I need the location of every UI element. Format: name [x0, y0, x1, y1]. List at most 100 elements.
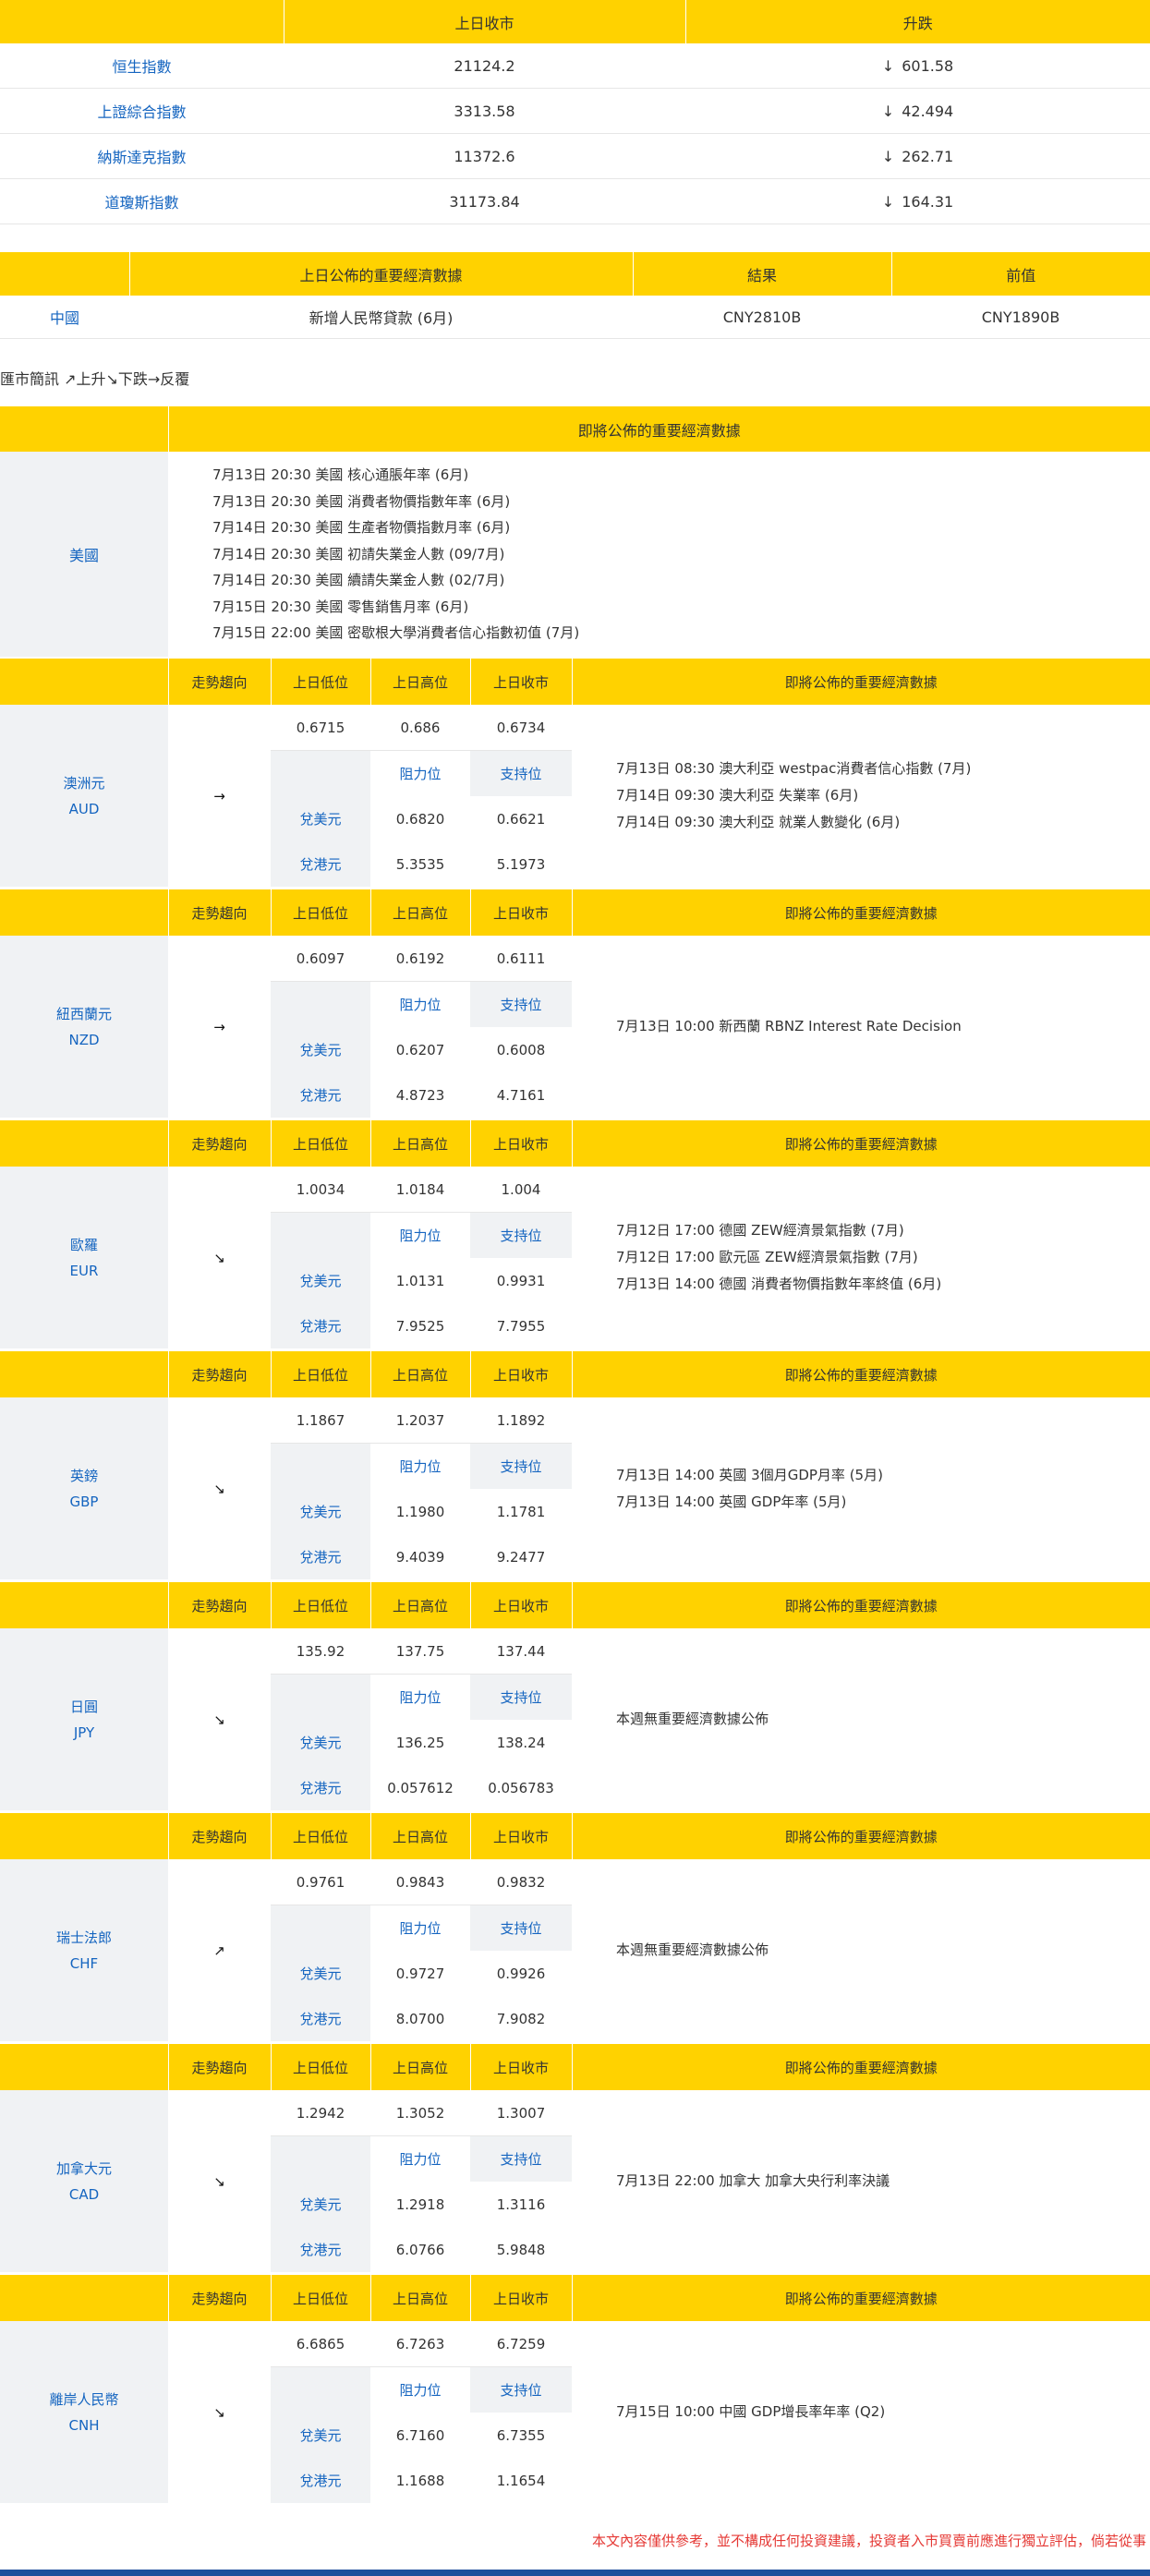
upcoming-country[interactable]: 美國 — [0, 452, 168, 657]
currency-header-trend: 走勢趨向 — [168, 2275, 272, 2321]
currency-events: 本週無重要經濟數據公佈 — [572, 1628, 1150, 1810]
index-row: 道瓊斯指數 31173.84 ↓ 164.31 — [0, 178, 1150, 224]
resistance-label: 阻力位 — [399, 1920, 442, 1937]
currency-name-cell[interactable]: 日圓 JPY — [0, 1628, 168, 1810]
currency-event-item: 7月14日 09:30 澳大利亞 失業率 (6月) — [616, 787, 859, 804]
vs-hkd-label: 兌港元 — [271, 1303, 370, 1348]
down-arrow-icon: ↓ — [881, 147, 895, 165]
currency-table: 走勢趨向 上日低位 上日高位 上日收市 即將公佈的重要經濟數據 日圓 JPY ↘… — [0, 1582, 1150, 1810]
currency-name-cell[interactable]: 瑞士法郎 CHF — [0, 1859, 168, 2041]
hkd-support: 7.7955 — [496, 1317, 546, 1335]
support-label: 支持位 — [470, 750, 572, 796]
index-close: 31173.84 — [284, 178, 685, 224]
currency-event-item: 7月13日 14:00 英國 3個月GDP月率 (5月) — [616, 1466, 883, 1483]
resistance-label: 阻力位 — [399, 1689, 442, 1706]
currency-header-blank — [0, 1813, 169, 1859]
currency-header-high: 上日高位 — [370, 1120, 471, 1167]
currency-header-high: 上日高位 — [370, 889, 471, 936]
index-name[interactable]: 恒生指數 — [0, 43, 284, 89]
index-close: 11372.6 — [284, 133, 685, 179]
currency-name-cell[interactable]: 離岸人民幣 CNH — [0, 2321, 168, 2503]
prev-high: 1.3052 — [370, 2090, 470, 2136]
trend-arrow-icon: ↘ — [213, 1249, 225, 1266]
level-blank — [271, 750, 370, 796]
upcoming-header-blank — [0, 406, 169, 452]
prev-high: 6.7263 — [370, 2321, 470, 2367]
vs-hkd-label: 兌港元 — [271, 2227, 370, 2272]
currency-header-blank — [0, 889, 169, 936]
index-change: ↓ 262.71 — [685, 133, 1150, 179]
upcoming-item: 7月14日 20:30 美國 初請失業金人數 (09/7月) — [212, 545, 505, 562]
index-name[interactable]: 道瓊斯指數 — [0, 178, 284, 224]
prev-low: 6.6865 — [271, 2321, 370, 2367]
currency-header-low: 上日低位 — [271, 1582, 371, 1628]
level-blank — [271, 1674, 370, 1720]
currency-table: 走勢趨向 上日低位 上日高位 上日收市 即將公佈的重要經濟數據 瑞士法郎 CHF… — [0, 1813, 1150, 2041]
upcoming-item: 7月15日 22:00 美國 密歇根大學消費者信心指數初值 (7月) — [212, 624, 580, 642]
hkd-resistance: 5.3535 — [395, 855, 445, 873]
currency-name: 瑞士法郎 — [55, 1929, 112, 1946]
currency-price-row: 加拿大元 CAD ↘ 1.2942 1.3052 1.3007 7月13日 22… — [0, 2090, 1150, 2272]
currency-name-cell[interactable]: 歐羅 EUR — [0, 1167, 168, 1348]
hkd-support: 5.9848 — [496, 2241, 546, 2258]
currency-header-high: 上日高位 — [370, 2275, 471, 2321]
usd-support: 1.3116 — [496, 2195, 546, 2213]
vs-usd-label: 兌美元 — [271, 1720, 370, 1765]
index-name[interactable]: 納斯達克指數 — [0, 133, 284, 179]
currency-name-cell[interactable]: 澳洲元 AUD — [0, 705, 168, 887]
currency-code: AUD — [68, 800, 100, 817]
indices-header-blank — [0, 0, 284, 43]
currency-header-blank — [0, 1351, 169, 1397]
hkd-support: 7.9082 — [496, 2010, 546, 2027]
currency-event-item: 7月13日 22:00 加拿大 加拿大央行利率決議 — [616, 2172, 890, 2189]
currency-event-item: 7月13日 10:00 新西蘭 RBNZ Interest Rate Decis… — [616, 1018, 962, 1034]
currency-header-events: 即將公佈的重要經濟數據 — [784, 2059, 938, 2076]
prev-high: 1.2037 — [370, 1397, 470, 1444]
vs-usd-label: 兌美元 — [271, 796, 370, 841]
currency-name-cell[interactable]: 紐西蘭元 NZD — [0, 936, 168, 1118]
level-blank — [271, 2135, 370, 2182]
released-country[interactable]: 中國 — [0, 296, 129, 339]
currency-header-trend: 走勢趨向 — [168, 2044, 272, 2090]
trend-arrow-icon: ↘ — [213, 1480, 225, 1497]
hkd-support: 9.2477 — [496, 1548, 546, 1566]
upcoming-item: 7月14日 20:30 美國 續請失業金人數 (02/7月) — [212, 572, 505, 589]
usd-support: 138.24 — [496, 1734, 546, 1751]
currency-events: 7月13日 08:30 澳大利亞 westpac消費者信心指數 (7月) 7月14… — [572, 705, 1150, 887]
currency-table: 走勢趨向 上日低位 上日高位 上日收市 即將公佈的重要經濟數據 離岸人民幣 CN… — [0, 2275, 1150, 2503]
prev-close: 0.6734 — [470, 705, 572, 751]
currency-header-close: 上日收市 — [470, 1120, 573, 1167]
currency-name: 澳洲元 — [63, 774, 105, 792]
indices-header-change: 升跌 — [902, 14, 933, 32]
currency-event-item: 本週無重要經濟數據公佈 — [616, 1941, 769, 1958]
currency-header-row: 走勢趨向 上日低位 上日高位 上日收市 即將公佈的重要經濟數據 — [0, 1120, 1150, 1167]
currency-price-row: 英鎊 GBP ↘ 1.1867 1.2037 1.1892 7月13日 14:0… — [0, 1397, 1150, 1579]
currency-header-close: 上日收市 — [470, 889, 573, 936]
support-label: 支持位 — [470, 1905, 572, 1951]
resistance-label: 阻力位 — [399, 1228, 442, 1244]
currency-events: 7月13日 22:00 加拿大 加拿大央行利率決議 — [572, 2090, 1150, 2272]
released-row: 中國 新增人民幣貸款 (6月) CNY2810B CNY1890B — [0, 296, 1150, 339]
upcoming-item: 7月13日 20:30 美國 消費者物價指數年率 (6月) — [212, 492, 511, 510]
index-name[interactable]: 上證綜合指數 — [0, 88, 284, 134]
currency-header-events: 即將公佈的重要經濟數據 — [784, 1366, 938, 1384]
currency-price-row: 離岸人民幣 CNH ↘ 6.6865 6.7263 6.7259 7月15日 1… — [0, 2321, 1150, 2503]
currency-price-row: 日圓 JPY ↘ 135.92 137.75 137.44 本週無重要經濟數據公… — [0, 1628, 1150, 1810]
currency-price-row: 澳洲元 AUD → 0.6715 0.686 0.6734 7月13日 08:3… — [0, 705, 1150, 887]
currency-header-events: 即將公佈的重要經濟數據 — [784, 673, 938, 691]
resistance-label: 阻力位 — [399, 1458, 442, 1475]
currency-table: 走勢趨向 上日低位 上日高位 上日收市 即將公佈的重要經濟數據 澳洲元 AUD … — [0, 659, 1150, 887]
prev-high: 1.0184 — [370, 1167, 470, 1213]
down-arrow-icon: ↓ — [881, 102, 895, 120]
currency-header-row: 走勢趨向 上日低位 上日高位 上日收市 即將公佈的重要經濟數據 — [0, 1351, 1150, 1397]
usd-resistance: 1.0131 — [395, 1272, 445, 1289]
vs-hkd-label: 兌港元 — [271, 1996, 370, 2041]
currency-name-cell[interactable]: 英鎊 GBP — [0, 1397, 168, 1579]
currency-name-cell[interactable]: 加拿大元 CAD — [0, 2090, 168, 2272]
currency-events: 7月13日 10:00 新西蘭 RBNZ Interest Rate Decis… — [572, 936, 1150, 1118]
usd-support: 0.9926 — [496, 1965, 546, 1982]
prev-close: 0.6111 — [470, 936, 572, 982]
usd-resistance: 0.6820 — [395, 810, 445, 828]
currency-header-trend: 走勢趨向 — [168, 1120, 272, 1167]
prev-high: 0.686 — [370, 705, 470, 751]
